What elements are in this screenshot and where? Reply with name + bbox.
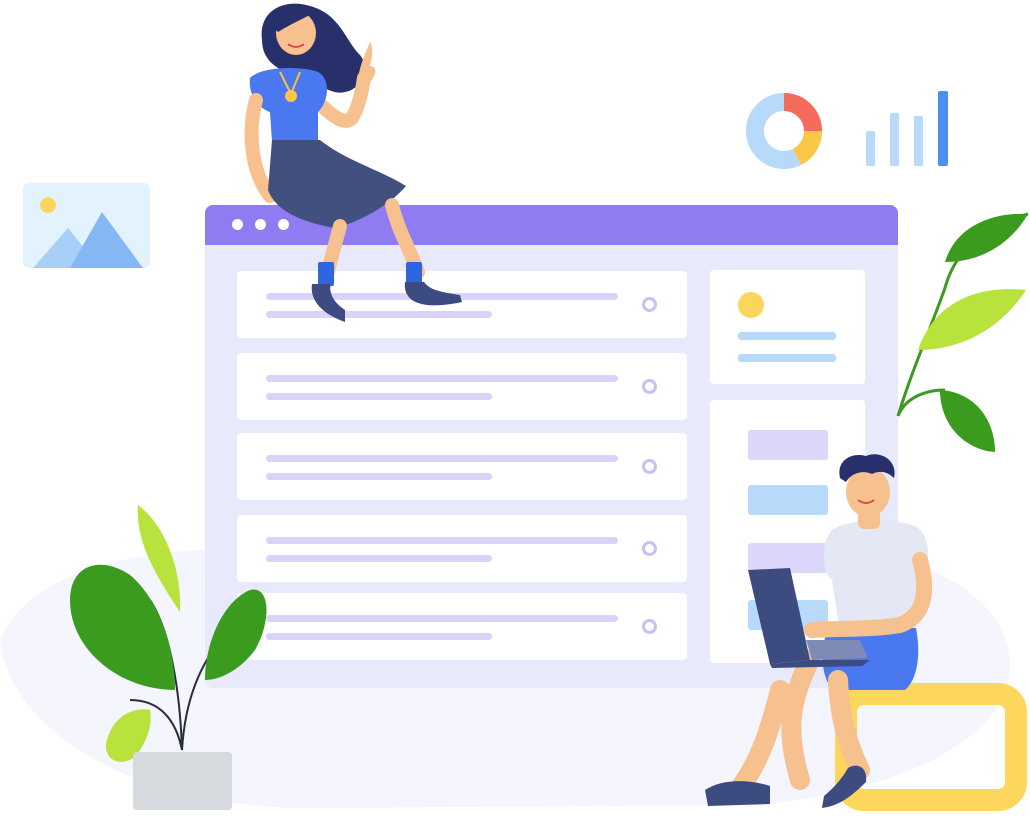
man-with-laptop	[705, 454, 933, 808]
illustration-canvas	[0, 0, 1030, 826]
